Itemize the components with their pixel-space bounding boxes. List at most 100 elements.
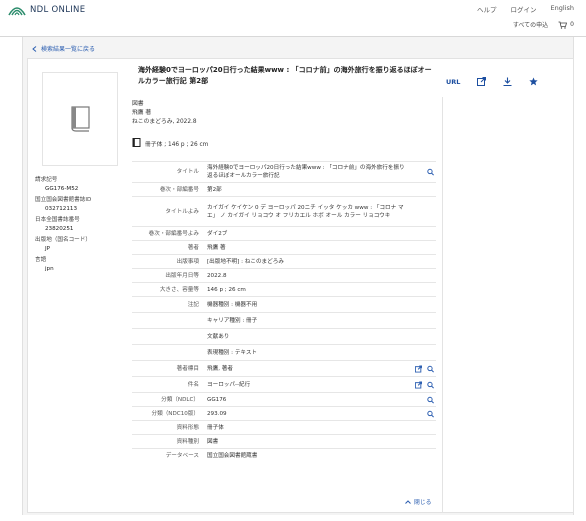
detail-value: ダイ2ブ xyxy=(207,230,436,238)
detail-value: 海外経験0でヨーロッパ20日行った結果www : 「コロナ前」の海外旅行を振り返… xyxy=(207,164,436,180)
detail-row: データベース 国立国会図書館蔵書 xyxy=(132,448,436,462)
format-text: 冊子体 ; 146 p ; 26 cm xyxy=(145,141,209,148)
detail-row: 表現種別 : テキスト xyxy=(132,344,436,360)
detail-value-text: 国立国会図書館蔵書 xyxy=(207,452,258,459)
book-small-icon xyxy=(132,138,141,147)
close-button[interactable]: 閉じる xyxy=(405,497,431,506)
site-header: NDL ONLINE ヘルプ ログイン English すべての申込 0 xyxy=(0,0,586,37)
jpno-value: 23820251 xyxy=(45,225,74,232)
detail-value: 冊子体 xyxy=(207,424,436,432)
ndl-bib-id-label: 国立国会図書館書誌ID xyxy=(35,197,92,203)
url-button[interactable]: URL xyxy=(446,78,460,86)
detail-row: 分類（NDLC） GG176 xyxy=(132,392,436,406)
search-icon[interactable] xyxy=(427,410,434,417)
chevron-left-icon xyxy=(32,45,37,52)
detail-value-text: 文献あり xyxy=(207,333,230,340)
book-thumbnail xyxy=(42,72,118,166)
cart-icon xyxy=(558,21,568,29)
external-link-icon[interactable] xyxy=(415,381,422,388)
detail-value: カイガイ ケイケン 0 デ ヨーロッパ 20ニチ イッタ ケッカ www : 「… xyxy=(207,204,436,220)
search-icon[interactable] xyxy=(427,168,434,176)
detail-row: 資料形態 冊子体 xyxy=(132,420,436,434)
login-link[interactable]: ログイン xyxy=(511,4,537,14)
detail-key: 著者 xyxy=(187,244,199,251)
detail-value: キャリア種別 : 冊子 xyxy=(207,317,436,325)
language-value: jpn xyxy=(45,265,54,272)
detail-value-text: 海外経験0でヨーロッパ20日行った結果www : 「コロナ前」の海外旅行を振り返… xyxy=(207,165,405,179)
call-number-value: GG176-M52 xyxy=(45,185,79,192)
format-line: 冊子体 ; 146 p ; 26 cm xyxy=(132,138,208,148)
detail-value: 飛鷹 著 xyxy=(207,244,436,252)
all-applications-link[interactable]: すべての申込 xyxy=(513,20,548,29)
search-icon[interactable] xyxy=(427,396,434,403)
detail-key: 資料形態 xyxy=(176,424,199,431)
star-icon[interactable] xyxy=(529,77,539,86)
help-link[interactable]: ヘルプ xyxy=(477,4,497,14)
back-link-label: 検索結果一覧に戻る xyxy=(41,46,96,53)
detail-value: ヨーロッパ--紀行 xyxy=(207,381,436,389)
detail-key: データベース xyxy=(165,452,199,459)
chevron-up-icon xyxy=(405,499,411,504)
detail-value-text: 機器種別 : 機器不用 xyxy=(207,301,258,308)
detail-value-text: ダイ2ブ xyxy=(207,230,228,237)
detail-row: 著者 飛鷹 著 xyxy=(132,240,436,254)
detail-key: 著者標目 xyxy=(176,365,199,372)
detail-row: タイトルよみ カイガイ ケイケン 0 デ ヨーロッパ 20ニチ イッタ ケッカ w… xyxy=(132,196,436,226)
material-type: 図書 xyxy=(132,101,144,107)
detail-key: 出版年月日等 xyxy=(165,272,199,279)
external-link-icon[interactable] xyxy=(415,365,422,372)
detail-value: 146 p ; 26 cm xyxy=(207,286,436,294)
detail-table: タイトル 海外経験0でヨーロッパ20日行った結果www : 「コロナ前」の海外旅行… xyxy=(132,161,436,462)
detail-row: 文献あり xyxy=(132,328,436,344)
detail-row: 大きさ、容量等 146 p ; 26 cm xyxy=(132,282,436,296)
detail-value-text: キャリア種別 : 冊子 xyxy=(207,317,258,324)
detail-row: 巻次・部編番号よみ ダイ2ブ xyxy=(132,226,436,240)
call-number-label: 請求記号 xyxy=(35,177,58,183)
ndl-bib-id-value: 032712113 xyxy=(45,205,78,212)
record-title: 海外経験0でヨーロッパ20日行った結果www : 「コロナ前」の海外旅行を振り返… xyxy=(138,66,432,85)
detail-value-text: ヨーロッパ--紀行 xyxy=(207,381,251,388)
detail-row: タイトル 海外経験0でヨーロッパ20日行った結果www : 「コロナ前」の海外旅行… xyxy=(132,161,436,182)
detail-row: 巻次・部編番号 第2部 xyxy=(132,182,436,196)
search-icon[interactable] xyxy=(427,381,434,388)
record-summary: 図書 飛鷹 著 ねこのまどろみ, 2022.8 xyxy=(132,100,197,127)
detail-value-text: 第2部 xyxy=(207,186,222,193)
detail-value-text: GG176 xyxy=(207,396,227,403)
country-code-label: 出版地（国名コード） xyxy=(35,237,91,243)
detail-key: タイトルよみ xyxy=(165,208,199,215)
detail-value: GG176 xyxy=(207,396,436,404)
language-label: 言語 xyxy=(35,257,47,263)
detail-key: 分類（NDLC） xyxy=(161,396,199,403)
detail-value: [出版地不明] : ねこのまどろみ xyxy=(207,258,436,266)
english-link[interactable]: English xyxy=(551,4,574,14)
ndl-logo-icon xyxy=(8,7,26,16)
external-link-icon[interactable] xyxy=(477,77,487,86)
detail-value: 2022.8 xyxy=(207,272,436,280)
detail-value: 図書 xyxy=(207,438,436,446)
detail-key: 巻次・部編番号よみ xyxy=(148,230,199,237)
top-nav: ヘルプ ログイン English xyxy=(477,4,574,14)
detail-row: 注記 機器種別 : 機器不用 xyxy=(132,296,436,312)
detail-value-text: 飛鷹 著 xyxy=(207,244,226,251)
detail-value-text: 146 p ; 26 cm xyxy=(207,286,246,293)
detail-value: 第2部 xyxy=(207,186,436,194)
detail-value: 国立国会図書館蔵書 xyxy=(207,452,436,460)
book-icon xyxy=(71,106,90,132)
search-icon[interactable] xyxy=(427,365,434,372)
download-icon[interactable] xyxy=(503,77,512,86)
detail-row: 件名 ヨーロッパ--紀行 xyxy=(132,376,436,392)
logo[interactable]: NDL ONLINE xyxy=(8,3,85,17)
detail-value-text: カイガイ ケイケン 0 デ ヨーロッパ 20ニチ イッタ ケッカ www : 「… xyxy=(207,204,404,219)
back-to-results-link[interactable]: 検索結果一覧に戻る xyxy=(32,44,95,53)
sidebar-divider xyxy=(442,97,443,513)
detail-value: 表現種別 : テキスト xyxy=(207,349,436,357)
cart-count: 0 xyxy=(570,21,574,28)
cart-button[interactable]: 0 xyxy=(558,21,574,29)
detail-row: 資料種別 図書 xyxy=(132,434,436,448)
detail-value-text: 表現種別 : テキスト xyxy=(207,349,258,356)
detail-key: 件名 xyxy=(187,381,199,388)
close-label: 閉じる xyxy=(414,500,432,506)
detail-row: キャリア種別 : 冊子 xyxy=(132,312,436,328)
detail-value: 機器種別 : 機器不用 xyxy=(207,301,436,309)
country-code-value: JP xyxy=(45,245,51,252)
